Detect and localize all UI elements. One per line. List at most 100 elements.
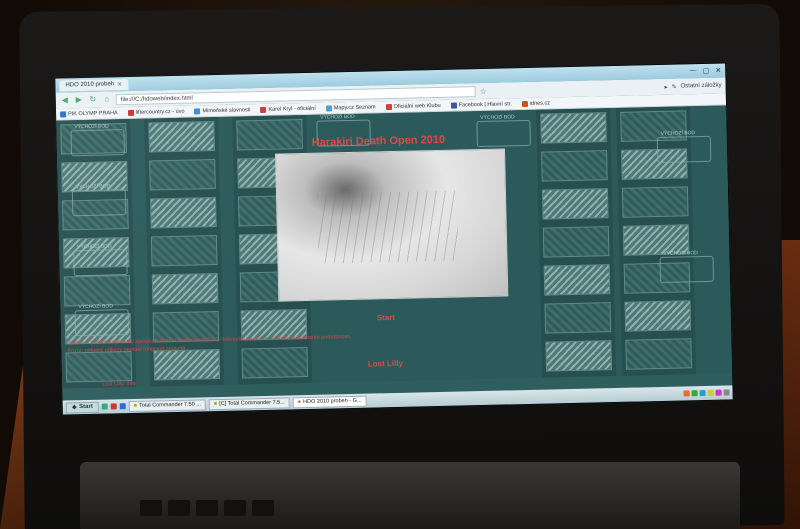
background-photo-tile xyxy=(541,150,608,182)
background-photo-tile xyxy=(150,235,218,267)
other-bookmarks[interactable]: Ostatní záložky xyxy=(681,83,722,90)
keyboard-key xyxy=(168,500,190,516)
wrench-icon[interactable]: ✎ xyxy=(671,83,677,90)
bookmark-item[interactable]: liftercountry.cz - úvo xyxy=(127,108,185,116)
favicon-icon xyxy=(60,110,67,118)
taskbar-item-browser[interactable]: ● HDO 2010 probeh - G... xyxy=(292,395,367,408)
background-photo-tile xyxy=(63,275,131,307)
task-label: HDO 2010 probeh - G... xyxy=(303,397,362,406)
quicklaunch-icon[interactable] xyxy=(119,403,126,410)
background-photo-tile xyxy=(624,300,692,332)
tray-icon[interactable] xyxy=(715,389,722,396)
start-button[interactable]: ❖ Start xyxy=(65,401,99,413)
bookmark-label: Oficiální web Klubu xyxy=(393,102,441,110)
background-photo-tile xyxy=(236,119,303,151)
background-map-sketch xyxy=(74,309,130,337)
page-title: Harakiri Death Open 2010 xyxy=(311,133,446,149)
bookmark-label: Mimoňské slavnosti xyxy=(202,106,251,114)
taskbar-item-total-commander-2[interactable]: ■ [C] Total Commander 7.5... xyxy=(208,396,290,410)
close-window-icon[interactable]: ✕ xyxy=(715,67,721,75)
reload-icon[interactable]: ↻ xyxy=(88,95,98,105)
back-icon[interactable]: ◀ xyxy=(60,95,70,105)
background-photo-tile xyxy=(148,121,215,153)
background-photo-tile xyxy=(545,340,613,372)
snow-photo xyxy=(275,148,509,302)
keyboard-key xyxy=(224,500,246,516)
background-photo-tile xyxy=(150,197,217,229)
background-photo-tile xyxy=(542,226,610,258)
browser-tab[interactable]: HDO 2010 probeh ✕ xyxy=(59,78,129,92)
bookmark-item[interactable]: Mapy.cz Seznam xyxy=(325,103,376,112)
background-photo-tile xyxy=(149,159,216,191)
bookmark-item[interactable]: Mimoňské slavnosti xyxy=(194,106,251,114)
background-map-sketch xyxy=(70,129,126,157)
favicon-icon xyxy=(385,103,392,110)
task-label: Total Commander 7.50 ... xyxy=(139,401,201,409)
volume-icon[interactable] xyxy=(723,389,730,396)
background-photo-tile xyxy=(621,186,689,218)
bookmark-label: Mapy.cz Seznam xyxy=(333,103,376,111)
background-photo-tile xyxy=(541,188,609,220)
windows-logo-icon: ❖ xyxy=(71,404,78,411)
system-tray xyxy=(683,389,730,397)
keyboard-key xyxy=(252,500,274,516)
background-photo-tile xyxy=(151,273,219,305)
background-photo-tile xyxy=(540,112,607,144)
favicon-icon xyxy=(521,100,528,107)
background-map-sketch xyxy=(73,249,128,277)
background-photo-tile xyxy=(625,338,693,370)
background-photo-tile xyxy=(543,264,611,296)
map-label: VÝCHOZÍ BOD xyxy=(74,123,109,131)
tab-title: HDO 2010 probeh xyxy=(65,81,115,89)
photo-scene: HDO 2010 probeh ✕ — ▢ ✕ ◀ ▶ ↻ ⌂ file:///… xyxy=(0,0,800,529)
keyboard-key xyxy=(140,500,162,516)
map-label: VÝCHOZÍ BOD xyxy=(320,113,355,121)
start-button-label: Start xyxy=(79,403,93,411)
maximize-icon[interactable]: ▢ xyxy=(703,67,710,75)
tray-icon[interactable] xyxy=(683,390,690,397)
close-icon[interactable]: ✕ xyxy=(117,81,122,88)
background-map-sketch xyxy=(656,135,712,164)
tray-icon[interactable] xyxy=(699,389,706,397)
page-content: VÝCHOZÍ BOD VÝCHOZÍ BOD VÝCHOZÍ BOD VÝCHOZÍ… xyxy=(56,105,733,389)
folder-icon: ■ xyxy=(213,401,218,408)
chrome-icon: ● xyxy=(297,399,302,406)
background-map-sketch xyxy=(476,119,531,148)
bookmark-label: liftercountry.cz - úvo xyxy=(135,108,185,116)
bookmark-item[interactable]: Karel Kryl - oficiální xyxy=(260,105,316,113)
task-label: [C] Total Commander 7.5... xyxy=(219,399,285,408)
map-label: VÝCHOZÍ BOD xyxy=(77,243,112,251)
background-photo-tile xyxy=(544,302,612,334)
star-icon[interactable]: ☆ xyxy=(480,86,487,95)
footer-text: Lost Lilly: info xyxy=(102,380,136,388)
folder-icon: ■ xyxy=(133,402,138,409)
map-label: VÝCHOZÍ BOD xyxy=(75,183,111,191)
page-menu-icon[interactable]: ▸ xyxy=(664,83,667,90)
minimize-icon[interactable]: — xyxy=(690,67,697,75)
favicon-icon xyxy=(194,107,201,114)
quicklaunch-icon[interactable] xyxy=(110,403,117,410)
taskbar-item-total-commander-1[interactable]: ■ Total Commander 7.50 ... xyxy=(128,398,206,412)
laptop-keyboard-deck xyxy=(80,462,740,529)
navbar-right: ▸ ✎ Ostatní záložky xyxy=(664,82,722,91)
bookmark-item[interactable]: PIK OLYMP PRAHA xyxy=(60,109,118,118)
favicon-icon xyxy=(325,104,332,112)
start-link[interactable]: Start xyxy=(377,313,395,322)
bookmark-label: idnes.cz xyxy=(529,99,551,107)
tray-icon[interactable] xyxy=(691,390,698,397)
background-photo-tile xyxy=(65,350,133,383)
tray-icon[interactable] xyxy=(707,389,714,396)
map-label: VÝCHOZÍ BOD xyxy=(660,130,696,137)
forward-icon[interactable]: ▶ xyxy=(74,95,84,105)
bookmark-item[interactable]: Oficiální web Klubu xyxy=(385,102,441,110)
home-icon[interactable]: ⌂ xyxy=(102,94,112,104)
bookmark-label: PIK OLYMP PRAHA xyxy=(68,109,118,117)
bookmark-item[interactable]: Facebook | Hlavní str. xyxy=(450,101,512,109)
laptop-screen: HDO 2010 probeh ✕ — ▢ ✕ ◀ ▶ ↻ ⌂ file:///… xyxy=(54,62,734,416)
map-label: VÝCHOZÍ BOD xyxy=(480,114,515,122)
favicon-icon xyxy=(127,109,134,116)
lost-lilly-link[interactable]: Lost Lilly xyxy=(368,359,403,369)
window-controls: — ▢ ✕ xyxy=(690,67,722,76)
bookmark-item[interactable]: idnes.cz xyxy=(521,99,551,107)
quicklaunch-icon[interactable] xyxy=(101,403,108,410)
